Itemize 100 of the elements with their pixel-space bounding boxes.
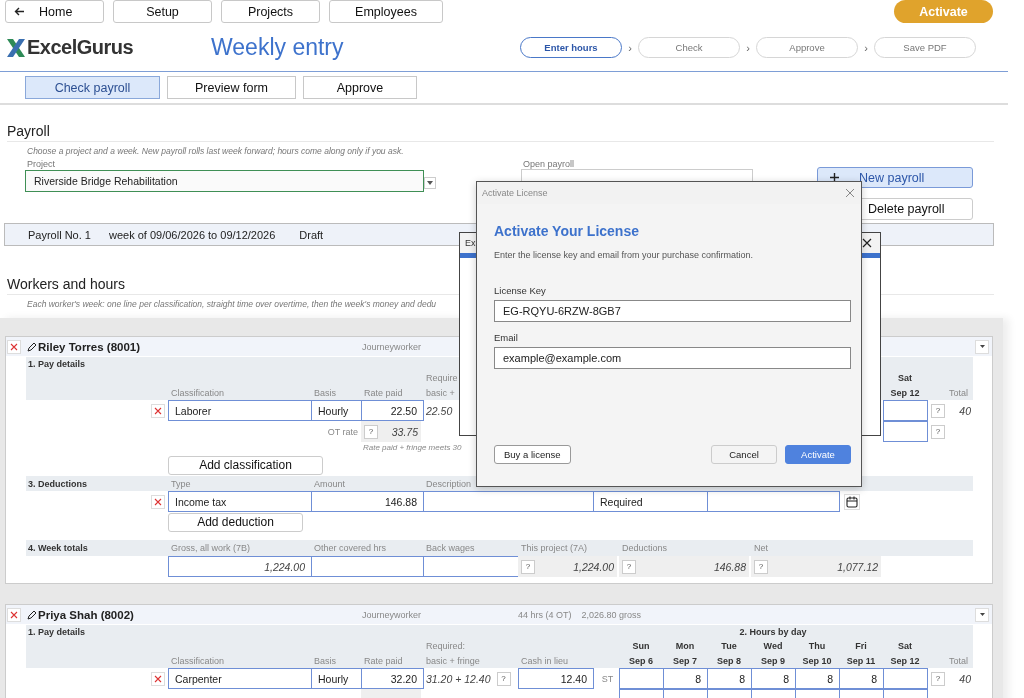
hours-field[interactable]: 8 (707, 668, 752, 689)
buy-license-button[interactable]: Buy a license (494, 445, 571, 464)
help-button[interactable]: ? (364, 424, 378, 439)
type-field[interactable]: Income tax (168, 491, 312, 512)
section-title: 4. Week totals (27, 543, 89, 553)
rate-field[interactable]: 32.20 (361, 668, 424, 689)
caret-icon (427, 181, 433, 185)
day-label: Wed (762, 641, 784, 651)
section-title: 2. Hours by day (738, 627, 808, 637)
activate-button[interactable]: Activate (785, 445, 851, 464)
back-arrow-icon (14, 7, 25, 16)
total-value: 146.88 (713, 560, 746, 573)
remove-button[interactable] (150, 403, 165, 418)
close-icon (153, 674, 162, 683)
help-button[interactable]: ? (931, 403, 945, 418)
tab[interactable]: Check payroll (25, 76, 160, 99)
dropdown-button[interactable] (975, 607, 989, 622)
help-button[interactable]: ? (622, 559, 636, 574)
total-field[interactable] (423, 556, 519, 577)
total-hours: 40 (958, 404, 972, 417)
calendar-button[interactable] (844, 493, 860, 510)
tab[interactable]: Approve (303, 76, 417, 99)
total-field[interactable] (311, 556, 424, 577)
remove-button[interactable] (7, 607, 21, 622)
dialog-heading: Activate Your License (494, 223, 640, 239)
tab[interactable]: Preview form (167, 76, 296, 99)
date-label: Sep 8 (716, 655, 742, 666)
help-button[interactable]: ? (931, 424, 945, 439)
worker-summary: 2,026.80 gross (581, 609, 642, 620)
hours-field[interactable] (619, 668, 664, 689)
cancel-button[interactable]: Cancel (711, 445, 777, 464)
hours-field[interactable] (883, 400, 928, 421)
dropdown-button[interactable] (975, 339, 989, 354)
nav-button[interactable]: Projects (221, 0, 320, 23)
help-button[interactable]: ? (931, 671, 945, 686)
dropdown-button[interactable] (424, 177, 436, 189)
close-icon (153, 406, 162, 415)
description-field[interactable] (423, 491, 594, 512)
nav-button[interactable]: Home (5, 0, 104, 23)
hours-field[interactable] (883, 421, 928, 442)
section-heading: Workers and hours (7, 276, 125, 292)
dialog-description: Enter the license key and email from your purchase confirmation. (494, 250, 755, 260)
step-button[interactable]: Approve (756, 37, 858, 58)
hours-field[interactable]: 8 (839, 668, 884, 689)
classification-field[interactable]: Carpenter (168, 668, 312, 689)
hours-field[interactable]: 8 (663, 668, 708, 689)
field-label: OT rate (326, 426, 359, 437)
day-label: Sat (897, 373, 913, 383)
column-label: Net (753, 543, 769, 553)
page-title: Weekly entry (211, 34, 345, 61)
nav-button[interactable]: Setup (113, 0, 212, 23)
pencil-icon (27, 609, 37, 620)
column-label: Total (949, 655, 969, 666)
rate-field[interactable]: 22.50 (361, 400, 424, 421)
classification-field[interactable]: Laborer (168, 400, 312, 421)
day-label: Fri (854, 641, 868, 651)
remove-button[interactable] (150, 671, 165, 686)
column-label: Basis (313, 387, 337, 398)
cash-field[interactable]: 12.40 (518, 668, 594, 689)
ot-rate: 33.75 (391, 425, 418, 438)
basis-field[interactable]: Hourly (311, 400, 362, 421)
column-label: Type (170, 478, 192, 489)
hours-field[interactable] (883, 668, 928, 689)
required-rate: 31.20 + 12.40 (426, 672, 491, 685)
help-button[interactable]: ? (496, 671, 511, 686)
amount-field[interactable]: 146.88 (311, 491, 424, 512)
logo-text: ExcelGurus (27, 36, 134, 59)
help-button[interactable]: ? (521, 559, 535, 574)
hours-field[interactable]: 8 (795, 668, 840, 689)
remove-button[interactable] (150, 494, 165, 509)
step-button[interactable]: Check (638, 37, 740, 58)
add-deduction-button[interactable]: Add deduction (168, 512, 303, 532)
dialog-title: Activate License (482, 188, 548, 198)
column-label: Basis (313, 655, 337, 666)
total-value: 1,077.12 (837, 560, 878, 573)
column-label: basic + fringe (425, 655, 481, 666)
status-field[interactable]: Required (593, 491, 708, 512)
license-key-field[interactable]: EG-RQYU-6RZW-8GB7 (494, 300, 851, 322)
total-field[interactable]: 1,224.00 (168, 556, 312, 577)
hours-field[interactable]: 8 (751, 668, 796, 689)
day-label: Mon (674, 641, 696, 651)
column-label: basic + (425, 387, 456, 398)
nav-button[interactable]: Employees (329, 0, 443, 23)
date-field[interactable] (707, 491, 840, 512)
remove-button[interactable] (7, 339, 21, 354)
total-hours: 40 (958, 672, 972, 685)
field-label: License Key (494, 285, 547, 296)
payroll-info: Draft (299, 228, 324, 241)
step-button[interactable]: Save PDF (874, 37, 976, 58)
worker-name: Priya Shah (8002) (38, 608, 135, 621)
step-button[interactable]: Enter hours (520, 37, 622, 58)
date-label: Sep 11 (845, 655, 877, 666)
help-button[interactable]: ? (754, 559, 768, 574)
email-field[interactable]: example@example.com (494, 347, 851, 369)
column-label: Rate paid (363, 387, 404, 398)
column-label: Back wages (425, 543, 476, 553)
add-classification-button[interactable]: Add classification (168, 455, 323, 475)
close-icon[interactable] (862, 238, 872, 248)
project-select[interactable]: Riverside Bridge Rehabilitation (25, 170, 424, 192)
basis-field[interactable]: Hourly (311, 668, 362, 689)
